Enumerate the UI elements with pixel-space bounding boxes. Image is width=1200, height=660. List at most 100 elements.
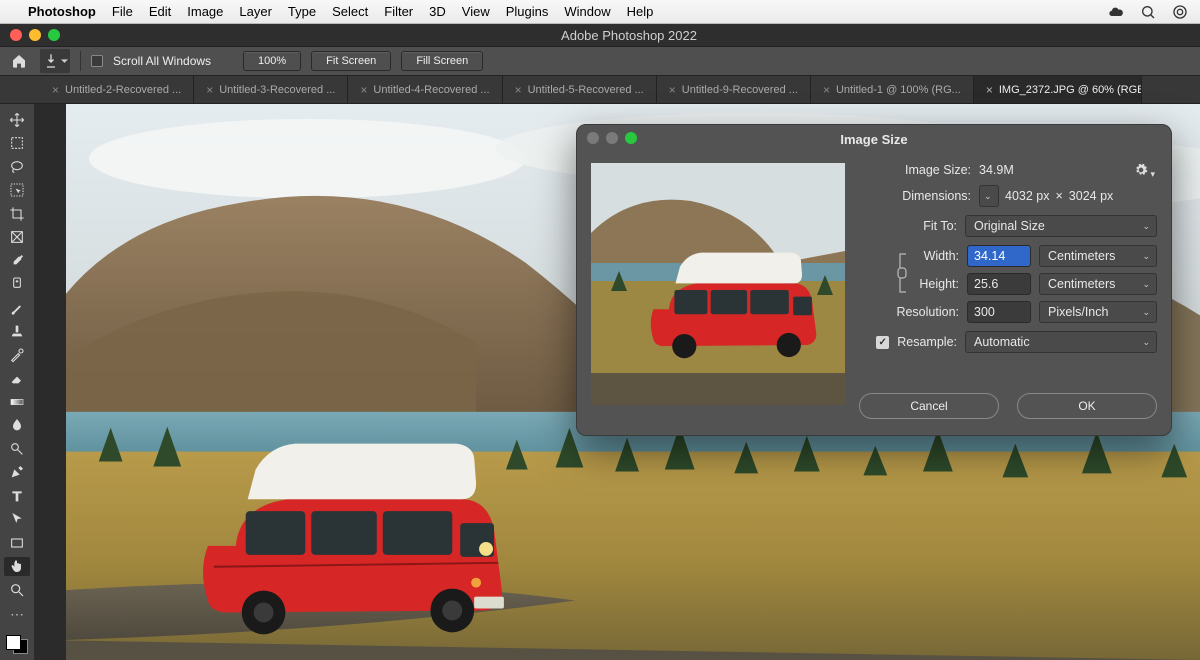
resolution-unit-dropdown[interactable]: Pixels/Inch⌄ — [1039, 301, 1157, 323]
options-bar: Scroll All Windows 100% Fit Screen Fill … — [0, 46, 1200, 76]
resample-dropdown[interactable]: Automatic⌄ — [965, 331, 1157, 353]
healing-brush-tool[interactable] — [4, 275, 30, 295]
fit-to-label: Fit To: — [923, 219, 957, 233]
window-controls[interactable] — [10, 29, 60, 41]
dodge-tool[interactable] — [4, 439, 30, 459]
menu-window[interactable]: Window — [564, 4, 610, 19]
eyedropper-tool[interactable] — [4, 251, 30, 271]
zoom-100-button[interactable]: 100% — [243, 51, 301, 71]
cloud-sync-icon[interactable] — [1108, 4, 1124, 20]
close-icon[interactable]: × — [823, 83, 830, 97]
pen-tool[interactable] — [4, 463, 30, 483]
close-icon[interactable]: × — [52, 83, 59, 97]
dialog-maximize-icon[interactable] — [625, 132, 637, 144]
menu-select[interactable]: Select — [332, 4, 368, 19]
dialog-minimize-icon[interactable] — [606, 132, 618, 144]
gear-icon[interactable]: ▾ — [1134, 163, 1155, 180]
blur-tool[interactable] — [4, 416, 30, 436]
move-tool[interactable] — [4, 110, 30, 130]
eraser-tool[interactable] — [4, 369, 30, 389]
menu-edit[interactable]: Edit — [149, 4, 171, 19]
document-tab[interactable]: ×Untitled-5-Recovered ... — [503, 76, 657, 103]
scroll-all-windows-checkbox[interactable] — [91, 55, 103, 67]
tool-preset-button[interactable] — [40, 49, 70, 73]
width-label: Width: — [924, 249, 959, 263]
close-icon[interactable]: × — [669, 83, 676, 97]
crop-tool[interactable] — [4, 204, 30, 224]
dialog-window-controls[interactable] — [587, 132, 637, 144]
cancel-button[interactable]: Cancel — [859, 393, 999, 419]
height-input[interactable]: 25.6 — [967, 273, 1031, 295]
brush-tool[interactable] — [4, 298, 30, 318]
menu-filter[interactable]: Filter — [384, 4, 413, 19]
path-selection-tool[interactable] — [4, 510, 30, 530]
close-icon[interactable]: × — [986, 83, 993, 97]
ok-button[interactable]: OK — [1017, 393, 1157, 419]
rectangle-tool[interactable] — [4, 533, 30, 553]
dialog-close-icon[interactable] — [587, 132, 599, 144]
dialog-title: Image Size — [840, 132, 907, 147]
fit-to-dropdown[interactable]: Original Size⌄ — [965, 215, 1157, 237]
cc-icon[interactable] — [1172, 4, 1188, 20]
close-icon[interactable]: × — [360, 83, 367, 97]
menu-view[interactable]: View — [462, 4, 490, 19]
object-selection-tool[interactable] — [4, 181, 30, 201]
tab-label: IMG_2372.JPG @ 60% (RGB/8*) — [999, 84, 1142, 96]
zoom-tool[interactable] — [4, 580, 30, 600]
edit-toolbar-icon[interactable]: ⋯ — [10, 606, 24, 623]
dimensions-width: 4032 px — [1005, 189, 1049, 203]
type-tool[interactable] — [4, 486, 30, 506]
color-swatches[interactable] — [6, 635, 28, 655]
document-tab[interactable]: × Untitled-1 @ 100% (RG... — [811, 76, 974, 103]
mac-menubar: Photoshop File Edit Image Layer Type Sel… — [0, 0, 1200, 24]
preview-thumbnail[interactable] — [591, 163, 845, 405]
width-input[interactable]: 34.14 — [967, 245, 1031, 267]
tools-panel: ⋯ — [0, 104, 34, 660]
search-icon[interactable] — [1140, 4, 1156, 20]
frame-tool[interactable] — [4, 228, 30, 248]
menu-type[interactable]: Type — [288, 4, 316, 19]
home-button[interactable] — [8, 50, 30, 72]
tab-label: Untitled-3-Recovered ... — [219, 84, 335, 96]
document-tab[interactable]: × IMG_2372.JPG @ 60% (RGB/8*) — [974, 76, 1142, 103]
fit-screen-button[interactable]: Fit Screen — [311, 51, 391, 71]
window-close-icon[interactable] — [10, 29, 22, 41]
document-tab[interactable]: × Untitled-4-Recovered ... — [348, 76, 502, 103]
document-tab[interactable]: ×Untitled-9-Recovered ... — [657, 76, 811, 103]
fill-screen-button[interactable]: Fill Screen — [401, 51, 483, 71]
constrain-proportions-icon[interactable] — [893, 248, 911, 298]
scroll-all-windows-label: Scroll All Windows — [113, 54, 211, 68]
window-minimize-icon[interactable] — [29, 29, 41, 41]
lasso-tool[interactable] — [4, 157, 30, 177]
document-tab[interactable]: × Untitled-3-Recovered ... — [194, 76, 348, 103]
menu-layer[interactable]: Layer — [239, 4, 272, 19]
resample-label: Resample: — [897, 335, 957, 349]
app-name-menu[interactable]: Photoshop — [28, 4, 96, 19]
tab-label: Untitled-1 @ 100% (RG... — [836, 84, 961, 96]
menu-file[interactable]: File — [112, 4, 133, 19]
clone-stamp-tool[interactable] — [4, 322, 30, 342]
tab-label: Untitled-4-Recovered ... — [373, 84, 489, 96]
dimensions-unit-dropdown[interactable]: ⌄ — [979, 185, 999, 207]
menu-image[interactable]: Image — [187, 4, 223, 19]
marquee-tool[interactable] — [4, 134, 30, 154]
dialog-titlebar[interactable]: Image Size — [577, 125, 1171, 153]
window-maximize-icon[interactable] — [48, 29, 60, 41]
height-label: Height: — [919, 277, 959, 291]
menu-help[interactable]: Help — [627, 4, 654, 19]
resample-checkbox[interactable]: ✓ — [876, 336, 889, 349]
height-unit-dropdown[interactable]: Centimeters⌄ — [1039, 273, 1157, 295]
gradient-tool[interactable] — [4, 392, 30, 412]
close-icon[interactable]: × — [515, 83, 522, 97]
window-title: Adobe Photoshop 2022 — [68, 28, 1190, 43]
width-unit-dropdown[interactable]: Centimeters⌄ — [1039, 245, 1157, 267]
menu-plugins[interactable]: Plugins — [506, 4, 549, 19]
document-tab[interactable]: ×Untitled-2-Recovered ... — [40, 76, 194, 103]
image-size-dialog: Image Size ▾ Image Size: — [576, 124, 1172, 436]
resolution-label: Resolution: — [896, 305, 959, 319]
close-icon[interactable]: × — [206, 83, 213, 97]
hand-tool[interactable] — [4, 557, 30, 577]
menu-3d[interactable]: 3D — [429, 4, 446, 19]
resolution-input[interactable]: 300 — [967, 301, 1031, 323]
history-brush-tool[interactable] — [4, 345, 30, 365]
